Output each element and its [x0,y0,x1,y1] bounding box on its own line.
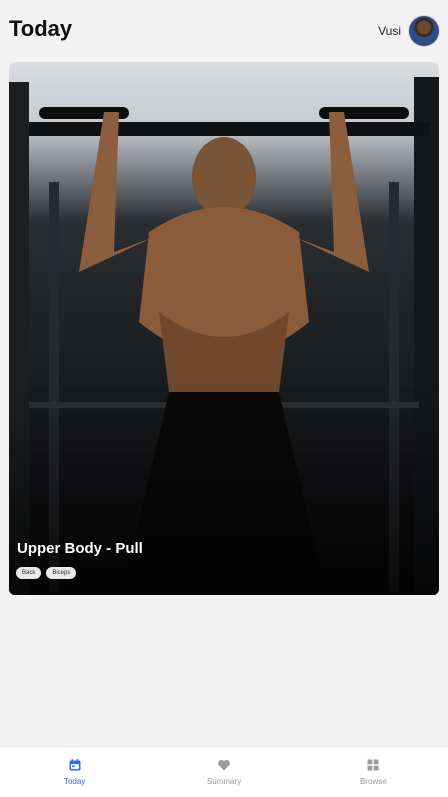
avatar[interactable] [409,16,439,46]
page-title: Today [9,16,73,41]
tab-browse[interactable]: Browse [299,747,448,797]
card-gradient [9,62,439,595]
header: Today Vusi [0,0,448,62]
workout-card[interactable]: Upper Body - Pull Back Biceps [9,62,439,595]
workout-title: Upper Body - Pull [17,540,143,557]
tab-today[interactable]: Today [0,747,149,797]
tag-back: Back [16,567,42,579]
tab-bar: Today Summary Browse [0,746,448,797]
tab-browse-label: Browse [359,777,387,786]
tab-summary[interactable]: Summary [149,747,298,797]
tag-biceps: Biceps [46,567,77,579]
workout-tags: Back Biceps [16,567,77,579]
tab-summary-label: Summary [206,777,242,786]
grid-icon [367,759,379,771]
user-name: Vusi [378,24,401,38]
calendar-icon [69,759,81,771]
tab-today-label: Today [63,777,86,786]
user-profile[interactable]: Vusi [378,16,439,46]
heart-icon [218,760,230,771]
